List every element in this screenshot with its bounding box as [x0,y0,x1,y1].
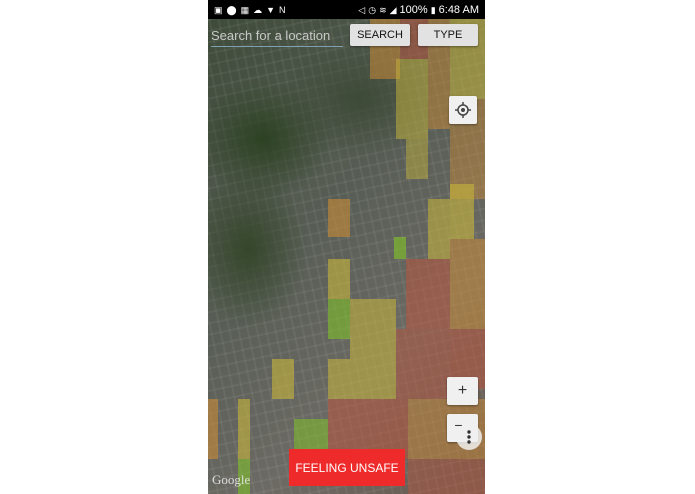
more-options-button[interactable] [456,424,482,450]
heatmap-tile [428,199,450,259]
heatmap-tile [238,399,250,459]
clock: 6:48 AM [438,3,479,16]
feeling-unsafe-button[interactable]: FEELING UNSAFE [289,449,405,486]
battery-icon: ▮ [430,4,436,15]
cloud-icon: ☁ [253,4,263,15]
mute-icon: ◁ [358,4,366,15]
search-input[interactable] [211,24,343,47]
heatmap-tile [394,237,406,259]
phone-screen: ▣ ⬤ ▦ ☁ ▼ N ◁ ◷ ≋ ◢ 100% ▮ 6:48 AM Searc… [208,0,485,494]
heatmap-tile [272,359,294,399]
heatmap-tile [450,184,474,239]
more-vert-icon [467,430,471,444]
notification-icons: ▣ ⬤ ▦ ☁ ▼ N [214,5,286,15]
heatmap-tile [406,139,428,179]
nfc-icon: N [279,4,286,15]
heatmap-tile [396,59,428,139]
battery-percent: 100% [399,3,428,16]
my-location-button[interactable] [449,96,477,124]
heatmap-tile [406,259,450,329]
heatmap-tile [328,259,350,299]
type-button[interactable]: TYPE [418,24,478,46]
status-bar: ▣ ⬤ ▦ ☁ ▼ N ◁ ◷ ≋ ◢ 100% ▮ 6:48 AM [208,0,485,19]
heatmap-tile [408,459,485,494]
zoom-in-button[interactable]: + [447,377,478,405]
heatmap-tile [450,239,485,329]
heatmap-tile [208,399,218,459]
status-right: ◁ ◷ ≋ ◢ 100% ▮ 6:48 AM [358,4,485,16]
heatmap-tile [328,359,396,399]
image-icon: ▦ [240,4,250,15]
message-icon: ▣ [214,4,223,15]
alarm-icon: ◷ [368,4,377,15]
satellite-map[interactable] [208,19,485,494]
download-icon: ▼ [266,4,276,15]
heatmap-tile [396,329,450,399]
google-attribution: Google [212,472,251,487]
search-button[interactable]: SEARCH [350,24,410,46]
heatmap-tile [350,299,396,359]
heatmap-tile [328,299,350,339]
wifi-icon: ≋ [379,4,387,15]
location-pin-icon: ⬤ [226,4,237,15]
signal-icon: ◢ [389,4,397,15]
heatmap-tile [328,199,350,237]
search-bar: SEARCH TYPE [208,24,485,48]
crosshair-icon [455,102,471,118]
